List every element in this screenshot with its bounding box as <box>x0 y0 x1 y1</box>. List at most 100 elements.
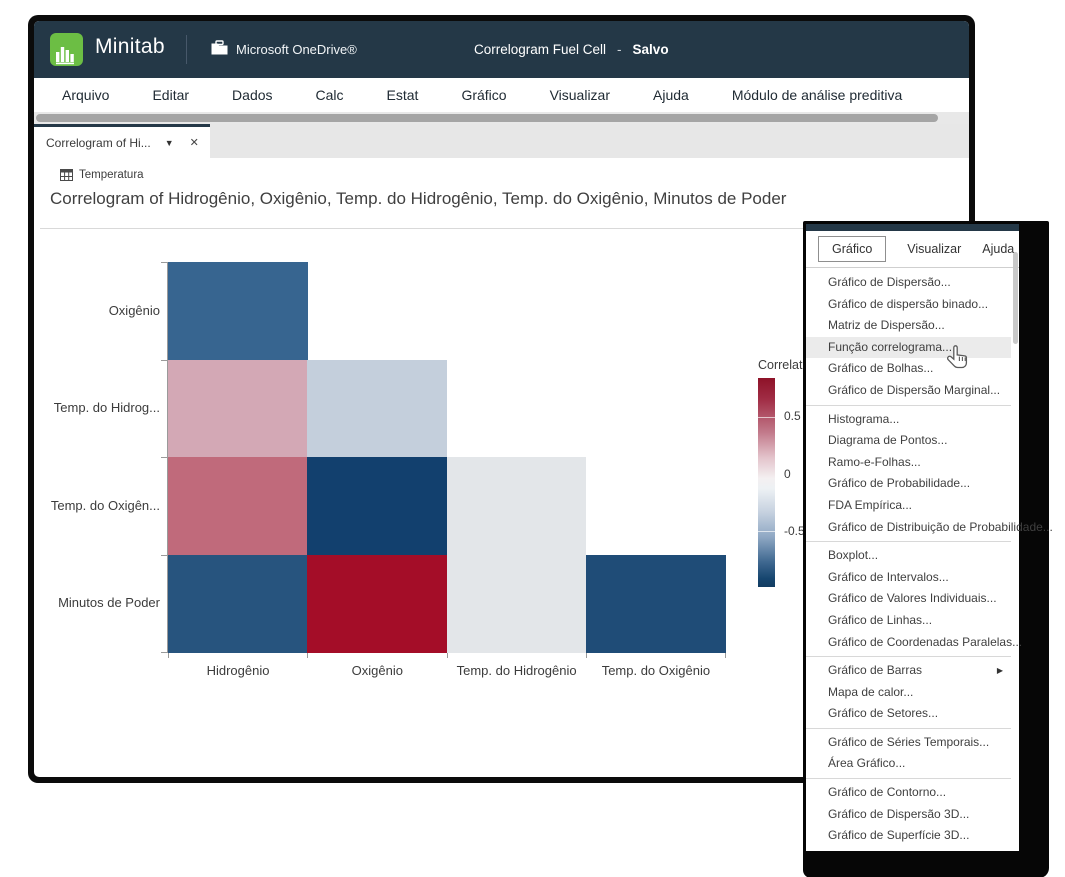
x-axis-tick <box>168 653 169 658</box>
worksheet-link[interactable]: Temperatura <box>60 169 144 181</box>
x-axis-label-oxigenio: Oxigênio <box>307 663 447 678</box>
horizontal-scrollbar-track[interactable] <box>34 112 969 124</box>
context-menu-items: Gráfico de Dispersão...Gráfico de disper… <box>806 268 1019 851</box>
menubar-item-editar[interactable]: Editar <box>152 87 189 103</box>
app-menubar: Arquivo Editar Dados Calc Estat Gráfico Visual… <box>34 78 969 112</box>
legend-tick-label: 0 <box>784 467 791 481</box>
menubar-item-visualizar[interactable]: Visualizar <box>550 87 610 103</box>
heatmap-cell-r1c0[interactable] <box>168 360 308 458</box>
x-axis-tick <box>586 653 587 658</box>
y-axis-label-temp-do-hidrog: Temp. do Hidrog... <box>34 400 160 415</box>
document-title[interactable]: Correlogram Fuel Cell <box>474 42 606 57</box>
menu-item-mapa-de-calor[interactable]: Mapa de calor... <box>806 682 1011 704</box>
menu-item-fda-empirica[interactable]: FDA Empírica... <box>806 495 1011 517</box>
menu-item-histograma[interactable]: Histograma... <box>806 409 1011 431</box>
submenu-arrow-icon: ▶ <box>997 660 1003 682</box>
y-axis-label-oxigenio: Oxigênio <box>34 303 160 318</box>
menu-item-grafico-de-distribuicao-de-probabilidade[interactable]: Gráfico de Distribuição de Probabilidade… <box>806 517 1011 539</box>
heatmap-cell-r2c2[interactable] <box>447 457 587 555</box>
context-menu-panel: Gráfico Visualizar Ajuda Gráfico de Disper… <box>806 231 1019 851</box>
menu-separator <box>806 728 1011 729</box>
x-axis-tick <box>725 653 726 658</box>
menu-item-area-grafico[interactable]: Área Gráfico... <box>806 753 1011 775</box>
menu-item-grafico-de-intervalos[interactable]: Gráfico de Intervalos... <box>806 567 1011 589</box>
menu-separator <box>806 656 1011 657</box>
output-tab-strip: Correlogram of Hi... ▼ ✕ <box>34 124 969 158</box>
menu-item-grafico-de-barras[interactable]: Gráfico de Barras▶ <box>806 660 1011 682</box>
tab-correlogram[interactable]: Correlogram of Hi... ▼ ✕ <box>34 124 210 158</box>
heatmap-cell-r3c3[interactable] <box>586 555 726 653</box>
horizontal-scrollbar-thumb[interactable] <box>36 114 938 122</box>
worksheet-grid-icon <box>60 169 73 181</box>
menu-item-grafico-de-coordenadas-paralelas[interactable]: Gráfico de Coordenadas Paralelas... <box>806 632 1011 654</box>
context-menu-scrollbar-thumb[interactable] <box>1013 252 1018 344</box>
menubar-item-arquivo[interactable]: Arquivo <box>62 87 109 103</box>
context-menu-tab-grafico[interactable]: Gráfico <box>818 236 886 262</box>
brand-name: Minitab <box>95 35 165 59</box>
menu-item-grafico-de-dispersao-3d[interactable]: Gráfico de Dispersão 3D... <box>806 804 1011 826</box>
storage-provider-label[interactable]: Microsoft OneDrive® <box>236 42 357 57</box>
menu-item-grafico-de-dispersao[interactable]: Gráfico de Dispersão... <box>806 272 1011 294</box>
menubar-item-dados[interactable]: Dados <box>232 87 272 103</box>
worksheet-name: Temperatura <box>79 169 144 181</box>
heatmap-cell-r2c1[interactable] <box>307 457 447 555</box>
context-menu: Gráfico Visualizar Ajuda Gráfico de Disper… <box>803 221 1049 877</box>
correlogram-plot: OxigênioTemp. do Hidrog...Temp. do Oxigê… <box>168 262 726 652</box>
document-header: Correlogram Fuel Cell - Salvo <box>474 21 669 78</box>
menu-item-ramo-e-folhas[interactable]: Ramo-e-Folhas... <box>806 452 1011 474</box>
legend-gradient-bar <box>758 378 775 587</box>
y-axis-tick <box>161 360 167 361</box>
menu-item-matriz-de-dispersao[interactable]: Matriz de Dispersão... <box>806 315 1011 337</box>
heatmap-cell-r2c0[interactable] <box>168 457 308 555</box>
caret-down-icon[interactable]: ▼ <box>165 138 174 148</box>
y-axis-label-temp-do-oxigen: Temp. do Oxigên... <box>34 498 160 513</box>
menu-item-grafico-de-setores[interactable]: Gráfico de Setores... <box>806 703 1011 725</box>
menu-item-grafico-de-contorno[interactable]: Gráfico de Contorno... <box>806 782 1011 804</box>
menubar-item-modulo-de-analise-preditiva[interactable]: Módulo de análise preditiva <box>732 87 902 103</box>
menubar-item-calc[interactable]: Calc <box>316 87 344 103</box>
context-menu-tab-ajuda[interactable]: Ajuda <box>982 242 1014 256</box>
menubar-item-ajuda[interactable]: Ajuda <box>653 87 689 103</box>
context-menu-tabs: Gráfico Visualizar Ajuda <box>806 231 1019 268</box>
y-axis-tick <box>161 652 167 653</box>
navbar-divider <box>186 35 187 64</box>
menu-item-grafico-de-dispersao-marginal[interactable]: Gráfico de Dispersão Marginal... <box>806 380 1011 402</box>
x-axis-tick <box>307 653 308 658</box>
context-menu-tab-visualizar[interactable]: Visualizar <box>907 242 961 256</box>
heatmap-cell-r0c0[interactable] <box>168 262 308 360</box>
menu-item-grafico-de-probabilidade[interactable]: Gráfico de Probabilidade... <box>806 473 1011 495</box>
y-axis-tick <box>161 555 167 556</box>
menu-item-boxplot[interactable]: Boxplot... <box>806 545 1011 567</box>
y-axis-label-minutos-de-poder: Minutos de Poder <box>34 595 160 610</box>
y-axis-tick <box>161 262 167 263</box>
close-icon[interactable]: ✕ <box>190 136 199 149</box>
chart-title: Correlogram of Hidrogênio, Oxigênio, Tem… <box>50 189 950 209</box>
tab-label: Correlogram of Hi... <box>46 136 151 150</box>
menu-item-grafico-de-series-temporais[interactable]: Gráfico de Séries Temporais... <box>806 732 1011 754</box>
menu-item-grafico-de-dispersao-binado[interactable]: Gráfico de dispersão binado... <box>806 294 1011 316</box>
menu-item-grafico-de-superficie-3d[interactable]: Gráfico de Superfície 3D... <box>806 825 1011 847</box>
folder-icon <box>210 40 229 61</box>
minitab-logo-icon <box>50 33 83 66</box>
menu-separator <box>806 778 1011 779</box>
heatmap-cell-r3c1[interactable] <box>307 555 447 653</box>
hand-cursor-icon <box>946 344 970 372</box>
heatmap-cell-r3c2[interactable] <box>447 555 587 653</box>
menu-item-grafico-de-linhas[interactable]: Gráfico de Linhas... <box>806 610 1011 632</box>
menubar-item-estat[interactable]: Estat <box>387 87 419 103</box>
x-axis-label-temp-do-hidrogenio: Temp. do Hidrogênio <box>447 663 587 678</box>
x-axis-label-temp-do-oxigenio: Temp. do Oxigênio <box>586 663 726 678</box>
menu-item-grafico-de-valores-individuais[interactable]: Gráfico de Valores Individuais... <box>806 588 1011 610</box>
heatmap-cell-r1c1[interactable] <box>307 360 447 458</box>
menu-separator <box>806 541 1011 542</box>
menu-item-diagrama-de-pontos[interactable]: Diagrama de Pontos... <box>806 430 1011 452</box>
top-navbar: Minitab Microsoft OneDrive® Correlogram … <box>34 21 969 78</box>
save-status-label: Salvo <box>633 42 669 57</box>
heatmap-cell-r3c0[interactable] <box>168 555 308 653</box>
menu-item-grafico-de-bolhas[interactable]: Gráfico de Bolhas... <box>806 358 1011 380</box>
x-axis-label-hidrogenio: Hidrogênio <box>168 663 308 678</box>
menu-item-funcao-correlograma[interactable]: Função correlograma... <box>806 337 1011 359</box>
legend-tick-label: 0.5 <box>784 409 801 423</box>
context-menu-top-border <box>806 224 1019 231</box>
menubar-item-grafico[interactable]: Gráfico <box>461 87 506 103</box>
